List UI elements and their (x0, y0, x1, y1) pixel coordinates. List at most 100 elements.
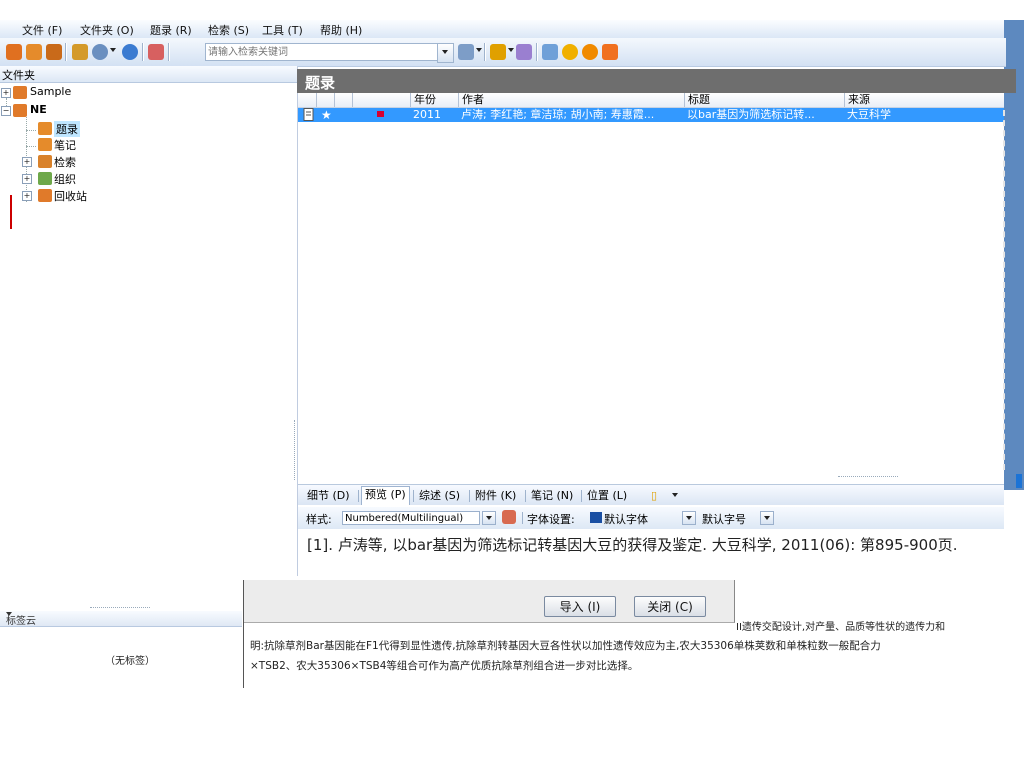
menu-search[interactable]: 检索 (S) (208, 22, 249, 38)
menu-help[interactable]: 帮助 (H) (320, 22, 362, 38)
column-header-author[interactable]: 作者 (458, 93, 684, 107)
folder-panel-title: 文件夹 (2, 69, 35, 82)
document-icon (300, 108, 316, 122)
expand-icon[interactable]: + (1, 88, 11, 98)
collapse-icon[interactable]: − (1, 106, 11, 116)
toolbar-separator (168, 43, 170, 61)
trash-icon (38, 189, 52, 202)
expand-icon[interactable]: + (22, 174, 32, 184)
column-header-mark[interactable] (352, 93, 410, 107)
tree-item-organize[interactable]: + 组织 (0, 171, 200, 187)
new-ref-icon[interactable] (6, 44, 22, 60)
settings-icon[interactable] (602, 44, 618, 60)
tree-item-label: 检索 (54, 156, 76, 169)
tab-attachments[interactable]: 附件 (K) (472, 488, 519, 504)
style-dropdown-arrow[interactable] (482, 511, 496, 525)
export-icon[interactable] (92, 44, 108, 60)
title-bar-edge (1006, 69, 1016, 93)
grid-header: 年份 作者 标题 来源 (298, 93, 1004, 108)
folder-panel-header: 文件夹 (0, 66, 297, 83)
flag-icon[interactable] (490, 44, 506, 60)
column-header-type[interactable] (298, 93, 316, 107)
column-header-flag[interactable] (334, 93, 352, 107)
menu-references[interactable]: 题录 (R) (150, 22, 192, 38)
menu-tools[interactable]: 工具 (T) (262, 22, 303, 38)
web-icon[interactable] (122, 44, 138, 60)
splitter-handle[interactable] (838, 476, 898, 478)
chevron-down-icon[interactable] (476, 48, 482, 52)
expand-icon[interactable]: + (22, 157, 32, 167)
tree-item-sample[interactable]: + Sample (0, 85, 200, 101)
tree-item-notes[interactable]: 笔记 (0, 137, 200, 153)
tag-icon[interactable] (516, 44, 532, 60)
font-size-dropdown-arrow[interactable] (760, 511, 774, 525)
scope-icon[interactable] (458, 44, 474, 60)
column-header-source[interactable]: 来源 (844, 93, 1004, 107)
references-folder-icon (38, 122, 52, 135)
tree-item-search[interactable]: + 检索 (0, 154, 200, 170)
search-input[interactable] (205, 43, 441, 61)
folder-panel: 文件夹 + Sample − NE 题录 笔记 + 检索 + 组织 + 回收站 (0, 66, 298, 576)
column-header-title[interactable]: 标题 (684, 93, 844, 107)
menu-bar: 文件 (F) 文件夹 (O) 题录 (R) 检索 (S) 工具 (T) 帮助 (… (0, 20, 1006, 38)
search-history-dropdown[interactable] (437, 43, 454, 63)
abstract-text-line: II遗传交配设计,对产量、品质等性状的遗传力和 (736, 622, 946, 633)
expand-icon[interactable]: + (22, 191, 32, 201)
tab-location[interactable]: 位置 (L) (584, 488, 630, 504)
tree-item-label: 题录 (54, 121, 80, 137)
font-settings-label: 字体设置: (527, 513, 575, 526)
toolbar-separator (484, 43, 486, 61)
chevron-down-icon[interactable] (672, 493, 678, 497)
attachment-clip-icon[interactable]: ▯ (648, 488, 660, 504)
style-label: 样式: (306, 513, 332, 526)
menu-file[interactable]: 文件 (F) (22, 22, 62, 38)
font-dropdown-arrow[interactable] (682, 511, 696, 525)
tab-details[interactable]: 细节 (D) (304, 488, 353, 504)
tree-item-label: 回收站 (54, 190, 87, 203)
table-row[interactable]: ★ 2011 卢涛; 李红艳; 章洁琼; 胡小南; 寿惠霞... 以bar基因为… (298, 108, 1004, 122)
splitter-handle[interactable] (90, 607, 150, 608)
tree-item-label: Sample (30, 85, 72, 98)
font-size-value[interactable]: 默认字号 (702, 511, 746, 527)
help-icon[interactable] (562, 44, 578, 60)
toolbar-separator (142, 43, 144, 61)
tree-item-trash[interactable]: + 回收站 (0, 188, 200, 204)
priority-flag-icon (374, 108, 390, 122)
style-toolbar: 样式: Numbered(Multilingual) 字体设置: 默认字体 默认… (298, 507, 1004, 529)
tab-preview[interactable]: 预览 (P) (361, 486, 410, 505)
note-icon[interactable] (542, 44, 558, 60)
tree-item-ne[interactable]: − NE (0, 103, 200, 119)
chevron-down-icon[interactable] (6, 612, 12, 616)
references-title: 题录 (305, 74, 336, 92)
style-select[interactable]: Numbered(Multilingual) (342, 511, 480, 525)
delete-ref-icon[interactable] (46, 44, 62, 60)
menu-folder[interactable]: 文件夹 (O) (80, 22, 134, 38)
detail-tab-bar: 细节 (D) 预览 (P) 综述 (S) 附件 (K) 笔记 (N) 位置 (L… (298, 484, 1004, 505)
references-grid: 年份 作者 标题 来源 ★ 2011 卢涛; 李红艳; 章洁琼; 胡小南; 寿惠… (298, 93, 1004, 478)
import-button[interactable]: 导入 (I) (544, 596, 616, 617)
tree-item-references[interactable]: 题录 (0, 121, 200, 137)
chevron-down-icon[interactable] (110, 48, 116, 52)
tag-cloud-header: 标签云 (0, 611, 242, 627)
tree-item-label: 笔记 (54, 139, 76, 152)
column-header-year[interactable]: 年份 (410, 93, 458, 107)
scroll-indicator (1016, 474, 1022, 488)
close-button[interactable]: 关闭 (C) (634, 596, 706, 617)
style-editor-icon[interactable] (502, 510, 516, 524)
edit-ref-icon[interactable] (26, 44, 42, 60)
star-icon[interactable]: ★ (318, 108, 334, 122)
info-icon[interactable] (582, 44, 598, 60)
column-header-star[interactable] (316, 93, 334, 107)
import-icon[interactable] (72, 44, 88, 60)
font-icon (590, 512, 602, 523)
cell-title: 以bar基因为筛选标记转... (687, 108, 815, 121)
tab-notes[interactable]: 笔记 (N) (528, 488, 576, 504)
tab-summary[interactable]: 综述 (S) (416, 488, 463, 504)
search-icon[interactable] (148, 44, 164, 60)
notes-folder-icon (38, 138, 52, 151)
citation-preview: [1]. 卢涛等, 以bar基因为筛选标记转基因大豆的获得及鉴定. 大豆科学, … (307, 536, 958, 554)
cell-year: 2011 (413, 108, 441, 121)
chevron-down-icon[interactable] (508, 48, 514, 52)
font-value[interactable]: 默认字体 (604, 511, 648, 527)
vertical-splitter-handle[interactable] (294, 420, 296, 480)
